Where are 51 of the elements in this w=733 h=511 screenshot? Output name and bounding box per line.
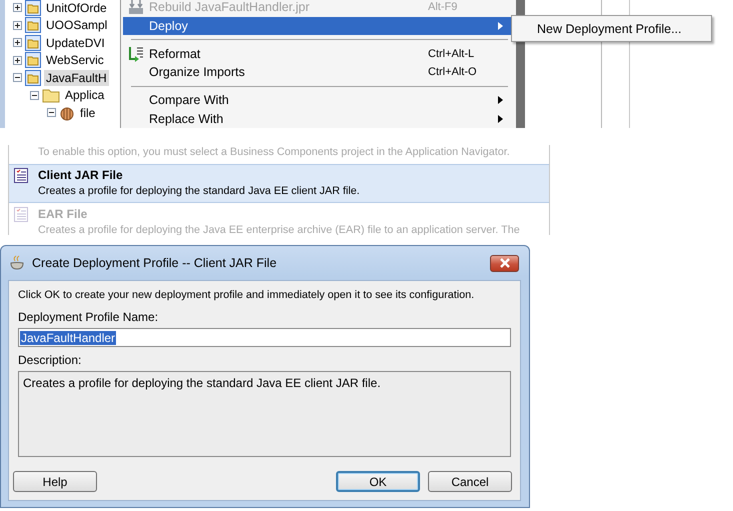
submenu-arrow-icon — [498, 96, 503, 104]
window-title: Create Deployment Profile -- Client JAR File — [32, 256, 278, 270]
tree-item[interactable]: Applica — [63, 87, 106, 104]
folder-icon — [25, 34, 41, 51]
tree-item[interactable]: file — [78, 104, 98, 121]
expand-toggle[interactable] — [13, 20, 22, 30]
instruction-text: Click OK to create your new deployment profile and immediately open it to see its configuration. — [18, 289, 476, 301]
menu-item[interactable]: Organize Imports Ctrl+Alt-O — [123, 63, 512, 82]
menu-item[interactable]: Reformat Ctrl+Alt-L — [123, 44, 512, 63]
gallery-item[interactable]: Client JAR File Creates a profile for deploying the standard Java EE client JAR file. — [9, 164, 549, 203]
field-value: JavaFaultHandler — [20, 330, 116, 344]
item-title: EAR File — [38, 206, 88, 222]
dialog-button[interactable]: Cancel — [428, 471, 512, 492]
description-box: Creates a profile for deploying the standard Java EE client JAR file. — [18, 371, 511, 457]
dialog-button[interactable]: OK — [336, 471, 420, 492]
tree-item[interactable]: UnitOfOrde — [44, 0, 109, 16]
menu-item[interactable]: New Deployment Profile... — [512, 22, 682, 36]
menu-item[interactable]: Compare With — [123, 90, 512, 110]
item-description: Creates a profile for deploying the standard Java EE client JAR file. — [38, 184, 361, 199]
dialog-button[interactable]: Help — [13, 471, 97, 492]
tree-item[interactable]: UOOSampl — [44, 17, 110, 34]
tree-item[interactable]: WebServic — [44, 52, 106, 68]
build-icon — [128, 0, 144, 16]
collapse-toggle[interactable] — [47, 108, 56, 118]
field-label: Deployment Profile Name: — [18, 310, 160, 324]
close-button[interactable] — [490, 254, 519, 272]
item-description: To enable this option, you must select a Business Components project in the Application Navigator. — [38, 145, 511, 160]
name-field[interactable]: JavaFaultHandler — [18, 328, 511, 347]
field-label: Description: — [18, 353, 82, 367]
expand-toggle[interactable] — [13, 56, 22, 65]
expand-toggle[interactable] — [13, 3, 22, 12]
collapse-toggle[interactable] — [30, 90, 39, 100]
folder-icon — [25, 52, 41, 68]
close-icon — [498, 258, 510, 268]
collapse-toggle[interactable] — [13, 73, 22, 82]
submenu-arrow-icon — [498, 22, 503, 30]
document-icon — [13, 167, 29, 184]
menu-item[interactable]: Deploy — [123, 16, 512, 36]
tree-item[interactable]: JavaFaultH — [44, 70, 109, 86]
item-description: Creates a profile for deploying the Java EE enterprise archive (EAR) file to an application server. The — [38, 223, 521, 235]
folder-icon — [25, 17, 41, 34]
reformat-icon — [128, 46, 144, 62]
cup-icon — [8, 255, 26, 271]
expand-toggle[interactable] — [13, 38, 22, 48]
document-icon — [13, 206, 29, 223]
tree-item[interactable]: UpdateDVI — [44, 34, 107, 51]
submenu-arrow-icon — [498, 114, 503, 123]
folder-icon — [25, 70, 41, 86]
folder-icon — [25, 0, 41, 16]
item-title: Client JAR File — [38, 167, 124, 183]
menu-item[interactable]: Replace With — [123, 109, 512, 128]
